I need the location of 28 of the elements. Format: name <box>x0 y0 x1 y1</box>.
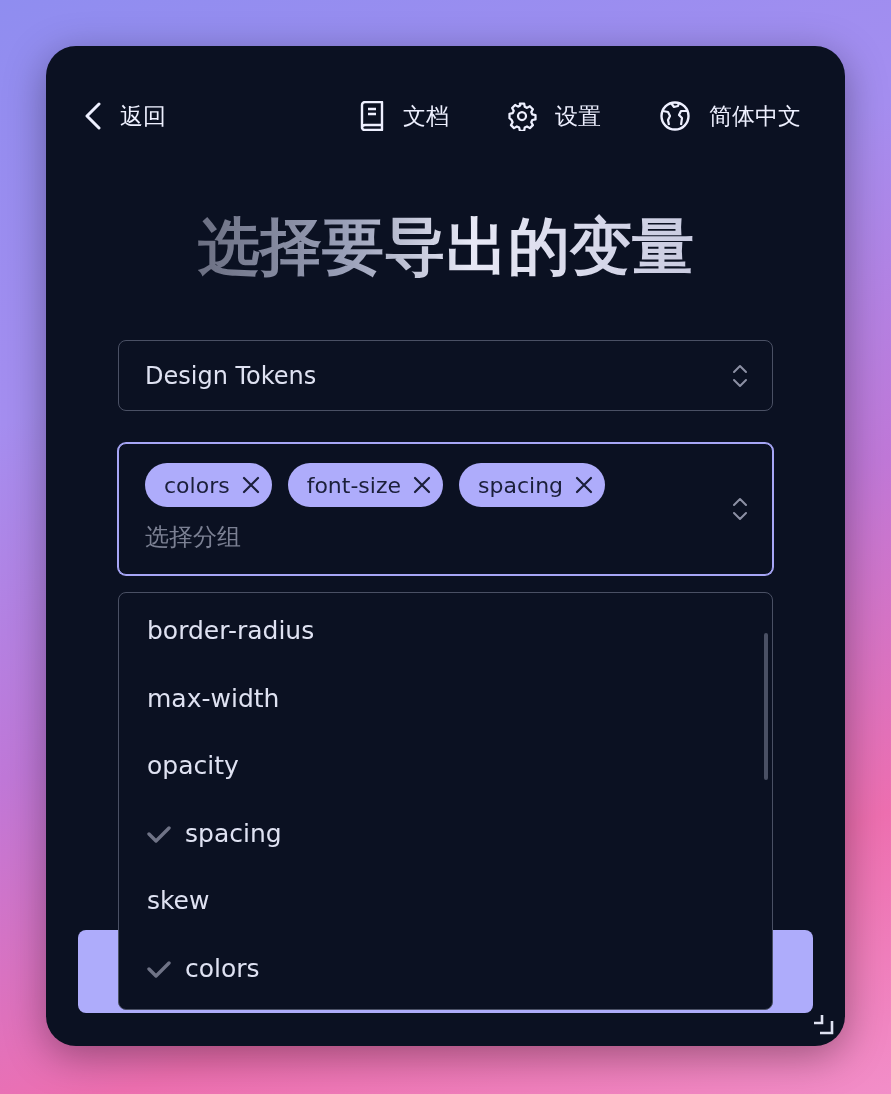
settings-icon <box>507 101 537 131</box>
placeholder-text: 选择分组 <box>145 522 242 554</box>
up-down-chevron-icon <box>732 362 748 389</box>
globe-icon <box>659 100 691 132</box>
tag-label: font-size <box>306 471 401 500</box>
select-value: Design Tokens <box>145 360 317 392</box>
dropdown-option[interactable]: max-width <box>119 664 772 733</box>
scrollbar-thumb[interactable] <box>764 633 768 781</box>
resize-handle-icon[interactable] <box>811 1012 835 1036</box>
dropdown-option[interactable]: border-radius <box>119 597 772 665</box>
nav-link[interactable]: 文档 <box>359 98 449 134</box>
remove-tag-close-icon[interactable] <box>413 476 431 495</box>
remove-tag-close-icon[interactable] <box>241 476 260 495</box>
back-link[interactable]: 返回 <box>84 98 166 134</box>
source-select[interactable]: Design Tokens <box>118 340 773 412</box>
nav-link[interactable]: 简体中文 <box>659 98 801 134</box>
dropdown-option[interactable]: opacity <box>119 732 772 800</box>
remove-tag-close-icon[interactable] <box>575 476 594 495</box>
tag-label: colors <box>164 471 230 500</box>
dropdown-option[interactable]: skew <box>119 867 772 935</box>
tag-label: spacing <box>478 471 564 500</box>
back-chevron-icon <box>84 102 102 130</box>
book-icon <box>359 101 385 131</box>
nav-link[interactable]: 设置 <box>507 98 601 134</box>
dropdown-option[interactable]: spacing <box>119 799 772 868</box>
group-multiselect[interactable]: colors font-size spacing 选择分组 <box>118 443 773 576</box>
up-down-chevron-icon <box>732 496 748 523</box>
dropdown-option[interactable]: colors <box>119 934 772 1003</box>
